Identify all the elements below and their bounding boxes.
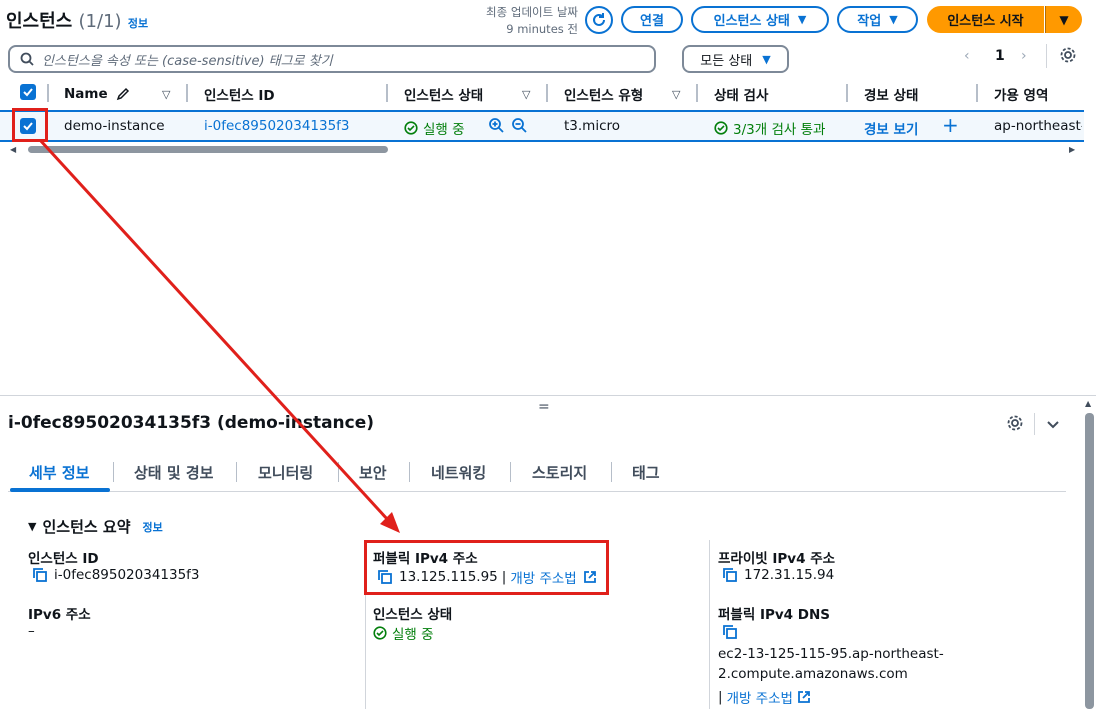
annotation-arrow-icon — [38, 138, 400, 533]
